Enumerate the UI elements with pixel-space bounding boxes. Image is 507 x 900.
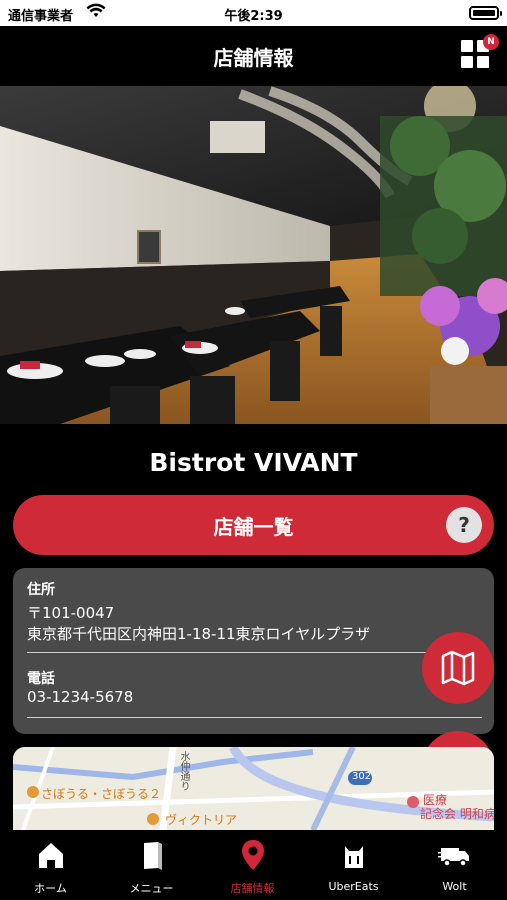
tab-label: UberEats <box>328 880 379 893</box>
battery-icon <box>469 6 502 20</box>
tab-menu[interactable]: メニュー <box>101 830 202 900</box>
header: 店舗情報 N <box>0 26 507 86</box>
map-view[interactable]: さぼうる・さぼうる２ ヴィクトリア 302 水仲通り 医療 記念会 明和病 <box>13 747 494 830</box>
notification-badge: N <box>483 34 499 50</box>
status-time: 午後2:39 <box>224 9 283 24</box>
map-label: 記念会 明和病 <box>420 807 494 821</box>
help-icon[interactable]: ? <box>446 507 482 543</box>
map-label: ヴィクトリア <box>165 813 238 827</box>
tab-home[interactable]: ホーム <box>0 830 101 900</box>
tab-label: Wolt <box>442 880 467 893</box>
map-button[interactable] <box>422 632 494 704</box>
tab-wolt[interactable]: Wolt <box>404 830 505 900</box>
divider <box>27 652 482 653</box>
store-list-label: 店舗一覧 <box>213 515 294 539</box>
tab-label: メニュー <box>129 882 174 895</box>
map-label: さぼうる・さぼうる２ <box>41 787 162 801</box>
divider <box>27 717 482 718</box>
tab-label: 店舗情報 <box>230 882 275 895</box>
menu-book-icon <box>143 842 162 870</box>
tab-ubereats[interactable]: UberEats <box>303 830 404 900</box>
phone-number[interactable]: 03-1234-5678 <box>27 688 133 706</box>
route-number: 302 <box>352 771 372 782</box>
grid-icon-cell <box>477 56 489 68</box>
shop-photo <box>0 86 507 424</box>
delivery-truck-icon <box>437 848 469 867</box>
grid-icon <box>461 40 473 52</box>
page-title: 店舗情報 <box>213 46 294 70</box>
uber-eats-icon <box>344 846 363 868</box>
grid-menu-button[interactable]: N <box>461 34 499 70</box>
shop-name: Bistrot VIVANT <box>149 448 358 477</box>
map-label: 水仲通り <box>178 751 189 791</box>
tab-label: ホーム <box>34 882 67 895</box>
address-text: 東京都千代田区内神田1-18-11東京ロイヤルプラザ <box>27 625 371 643</box>
address-label: 住所 <box>27 582 55 598</box>
phone-label: 電話 <box>27 671 55 687</box>
status-bar: 通信事業者 午後2:39 <box>0 0 507 26</box>
grid-icon-cell <box>461 56 473 68</box>
home-icon <box>38 843 63 868</box>
postal-code: 〒101-0047 <box>27 604 115 622</box>
map-pin-icon <box>241 840 264 870</box>
map-icon <box>441 650 475 686</box>
tab-shop-info[interactable]: 店舗情報 <box>202 830 303 900</box>
store-list-button[interactable]: 店舗一覧 ? <box>13 495 494 555</box>
tab-bar: ホーム メニュー 店舗情報 UberEats Wolt <box>0 830 507 900</box>
